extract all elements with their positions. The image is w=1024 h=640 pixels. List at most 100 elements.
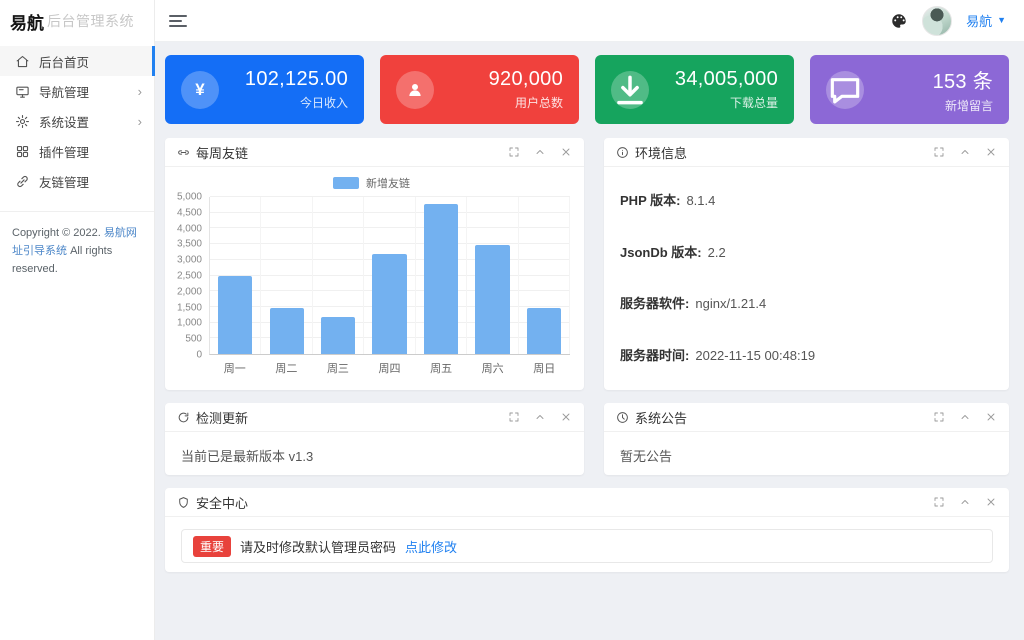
collapse-icon[interactable] xyxy=(534,146,546,158)
panel-header: 检测更新 xyxy=(165,403,584,432)
panel-header: 安全中心 xyxy=(165,488,1009,517)
sidebar-item-links[interactable]: 友链管理 xyxy=(0,166,154,196)
y-axis: 05001,0001,5002,0002,5003,0003,5004,0004… xyxy=(173,197,209,355)
user-icon xyxy=(396,71,434,109)
bar-slot xyxy=(313,197,364,354)
chevron-right-icon: › xyxy=(138,115,142,128)
sidebar-item-dashboard[interactable]: 后台首页 xyxy=(0,46,154,76)
comment-icon xyxy=(826,71,864,109)
important-badge: 重要 xyxy=(193,536,231,557)
collapse-icon[interactable] xyxy=(959,496,971,508)
chart-bar-周三[interactable] xyxy=(321,317,355,354)
monitor-icon xyxy=(15,84,30,99)
environment-info: PHP 版本: 8.1.4 JsonDb 版本:2.2 服务器软件: nginx/1.2… xyxy=(604,167,1009,390)
stat-label: 新增留言 xyxy=(864,97,993,114)
close-icon[interactable] xyxy=(985,146,997,158)
sidebar-item-nav[interactable]: 导航管理 › xyxy=(0,76,154,106)
collapse-icon[interactable] xyxy=(959,411,971,423)
collapse-icon[interactable] xyxy=(959,146,971,158)
shield-icon xyxy=(177,496,190,509)
env-value: nginx/1.21.4 xyxy=(695,296,766,311)
copyright: Copyright © 2022. 易航网址引导系统 All rights re… xyxy=(0,211,154,290)
link-icon xyxy=(177,146,190,159)
security-message: 请及时修改默认管理员密码 xyxy=(240,537,396,556)
stat-label: 用户总数 xyxy=(434,94,563,111)
chart-bar-周一[interactable] xyxy=(218,276,252,354)
panel-title: 系统公告 xyxy=(616,408,687,427)
notice-text: 暂无公告 xyxy=(604,432,1009,475)
y-tick: 3,000 xyxy=(177,255,202,266)
chart-bar-周五[interactable] xyxy=(424,204,458,354)
panel-header: 环境信息 xyxy=(604,138,1009,167)
grid-icon xyxy=(15,144,30,159)
sidebar-item-settings[interactable]: 系统设置 › xyxy=(0,106,154,136)
env-label: 服务器软件: xyxy=(620,296,689,311)
sidebar-item-label: 友链管理 xyxy=(39,172,89,191)
bar-slot xyxy=(519,197,570,354)
close-icon[interactable] xyxy=(985,411,997,423)
weekly-links-panel: 每周友链 新增友链 05001,0001,5002,0002,5003,0003… xyxy=(165,138,584,390)
panel-header: 每周友链 xyxy=(165,138,584,167)
x-axis: 周一周二周三周四周五周六周日 xyxy=(209,360,570,376)
bar-chart: 新增友链 05001,0001,5002,0002,5003,0003,5004… xyxy=(165,167,584,390)
sidebar-item-label: 导航管理 xyxy=(39,82,89,101)
environment-panel: 环境信息 PHP 版本: 8.1.4 JsonDb 版本:2.2 服务器软件: ngin… xyxy=(604,138,1009,390)
x-tick: 周二 xyxy=(261,360,313,376)
stat-label: 下载总量 xyxy=(649,94,778,111)
yen-icon: ¥ xyxy=(181,71,219,109)
home-icon xyxy=(15,54,30,69)
update-check-panel: 检测更新 当前已是最新版本 v1.3 xyxy=(165,403,584,475)
chart-bar-周四[interactable] xyxy=(372,254,406,354)
close-icon[interactable] xyxy=(560,411,572,423)
stat-label: 今日收入 xyxy=(219,94,348,111)
env-value: 2022-11-15 00:48:19 xyxy=(695,348,815,363)
user-menu[interactable]: 易航 ▼ xyxy=(966,11,1006,30)
gear-icon xyxy=(15,114,30,129)
sidebar-item-plugins[interactable]: 插件管理 xyxy=(0,136,154,166)
user-avatar[interactable] xyxy=(922,6,952,36)
fullscreen-icon[interactable] xyxy=(508,411,520,423)
chart-bar-周六[interactable] xyxy=(475,245,509,354)
fullscreen-icon[interactable] xyxy=(933,411,945,423)
copyright-prefix: Copyright © 2022. xyxy=(12,227,101,239)
sidebar-item-label: 系统设置 xyxy=(39,112,89,131)
stat-value: 153 条 xyxy=(864,65,993,94)
fullscreen-icon[interactable] xyxy=(508,146,520,158)
stat-value: 102,125.00 xyxy=(219,68,348,91)
sidebar-toggle-icon[interactable] xyxy=(169,12,187,30)
security-alert: 重要 请及时修改默认管理员密码 点此修改 xyxy=(181,529,993,563)
chevron-right-icon: › xyxy=(138,85,142,98)
sidebar-item-label: 插件管理 xyxy=(39,142,89,161)
collapse-icon[interactable] xyxy=(534,411,546,423)
legend-swatch xyxy=(333,177,359,189)
env-row: JsonDb 版本:2.2 xyxy=(620,242,993,261)
sidebar-item-label: 后台首页 xyxy=(39,52,89,71)
close-icon[interactable] xyxy=(985,496,997,508)
yen-icon: ¥ xyxy=(195,80,204,100)
chart-bar-周二[interactable] xyxy=(270,308,304,354)
stat-card-yen: ¥102,125.00 今日收入 xyxy=(165,55,364,124)
env-row: 服务器时间:2022-11-15 00:48:19 xyxy=(620,345,993,364)
fullscreen-icon[interactable] xyxy=(933,146,945,158)
panel-title: 环境信息 xyxy=(616,143,687,162)
y-tick: 4,000 xyxy=(177,223,202,234)
theme-palette-icon[interactable] xyxy=(890,12,908,30)
y-tick: 5,000 xyxy=(177,192,202,203)
close-icon[interactable] xyxy=(560,146,572,158)
chart-legend[interactable]: 新增友链 xyxy=(173,171,570,195)
download-icon xyxy=(611,71,649,109)
legend-label: 新增友链 xyxy=(366,175,410,191)
topbar: 易航 ▼ xyxy=(155,0,1024,42)
env-value: 8.1.4 xyxy=(686,193,715,208)
env-label: PHP 版本: xyxy=(620,193,680,208)
chart-bar-周日[interactable] xyxy=(527,308,561,354)
stat-cards-row: ¥102,125.00今日收入920,000用户总数34,005,000下载总量… xyxy=(165,55,1009,124)
brand-name: 易航 xyxy=(10,9,44,34)
stat-value: 920,000 xyxy=(434,68,563,91)
y-tick: 1,500 xyxy=(177,302,202,313)
change-password-link[interactable]: 点此修改 xyxy=(405,537,457,556)
sidebar: 易航 后台管理系统 后台首页导航管理›系统设置›插件管理友链管理 Copyrig… xyxy=(0,0,155,640)
x-tick: 周三 xyxy=(312,360,364,376)
stat-card-comment: 153 条新增留言 xyxy=(810,55,1009,124)
fullscreen-icon[interactable] xyxy=(933,496,945,508)
